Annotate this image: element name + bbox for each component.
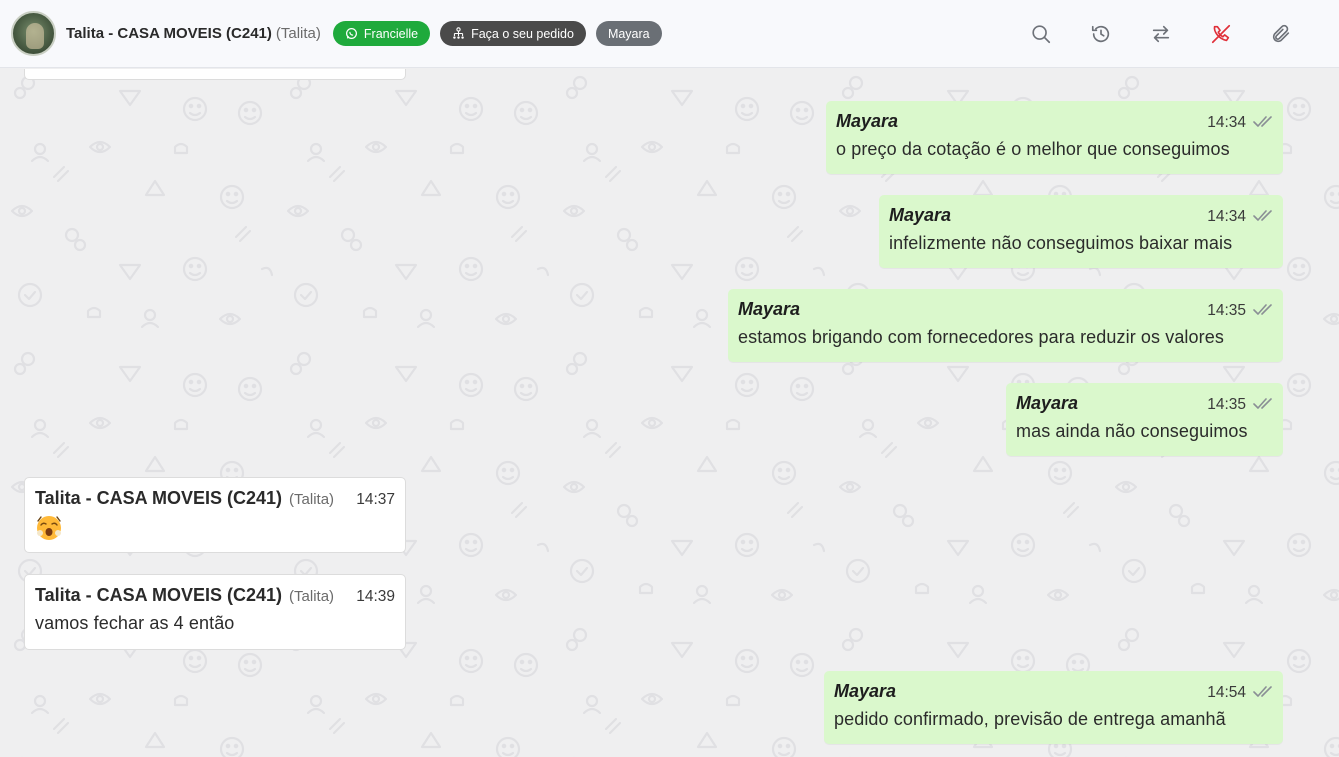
contact-avatar[interactable] [11,11,56,56]
transfer-icon [1152,25,1170,43]
partial-message-bubble [24,69,406,80]
header-toolbar [1029,20,1293,48]
flow-chip[interactable]: Faça o seu pedido [440,21,586,46]
double-check-icon [1253,115,1272,127]
chat-header: Talita - CASA MOVEIS (C241) (Talita) Fra… [0,0,1339,68]
search-button[interactable] [1029,20,1053,48]
message-sender: Mayara [738,299,801,319]
flow-icon [453,27,464,39]
message-text: mas ainda não conseguimos [1016,421,1248,441]
message-sender: Talita - CASA MOVEIS (C241) [35,585,283,605]
message-sender: Talita - CASA MOVEIS (C241) [35,488,283,508]
message-time: 14:35 [1207,302,1246,319]
paperclip-icon [1272,24,1290,43]
message-bubble-outgoing[interactable]: Mayara 14:35 mas ainda não conseguimos [1006,383,1283,456]
chip-label: Francielle [363,26,419,41]
double-check-icon [1253,303,1272,315]
message-time: 14:35 [1207,396,1246,413]
message-sender-sub: (Talita) [289,491,335,508]
chip-label: Faça o seu pedido [471,26,574,41]
message-text: o preço da cotação é o melhor que conseg… [836,139,1230,159]
message-bubble-outgoing[interactable]: Mayara 14:54 pedido confirmado, previsão… [824,671,1283,744]
double-check-icon [1253,209,1272,221]
message-time: 14:34 [1207,208,1246,225]
chat-area[interactable]: Mayara 14:34 o preço da cotação é o melh… [0,69,1339,757]
search-icon [1032,25,1051,44]
double-check-icon [1253,685,1272,697]
shocked-face-icon [37,516,61,540]
end-call-icon [1211,24,1231,44]
end-call-button[interactable] [1209,20,1233,48]
message-bubble-outgoing[interactable]: Mayara 14:35 estamos brigando com fornec… [728,289,1283,362]
message-bubble-incoming[interactable]: Talita - CASA MOVEIS (C241) (Talita) 14:… [24,574,406,650]
message-text: estamos brigando com fornecedores para r… [738,327,1224,347]
message-sender: Mayara [834,681,897,701]
transfer-button[interactable] [1149,20,1173,48]
history-icon [1091,25,1110,43]
double-check-icon [1253,397,1272,409]
message-sender: Mayara [836,111,899,131]
message-sender-sub: (Talita) [289,588,335,605]
chip-label: Mayara [607,26,650,41]
message-time: 14:37 [356,491,395,508]
message-text: pedido confirmado, previsão de entrega a… [834,709,1226,729]
message-bubble-incoming[interactable]: Talita - CASA MOVEIS (C241) (Talita) 14:… [24,477,406,553]
message-time: 14:39 [356,588,395,605]
message-time: 14:54 [1207,684,1246,701]
message-time: 14:34 [1207,114,1246,131]
message-text: infelizmente não conseguimos baixar mais [889,233,1233,253]
contact-name[interactable]: Talita - CASA MOVEIS (C241) [66,25,272,42]
message-bubble-outgoing[interactable]: Mayara 14:34 o preço da cotação é o melh… [826,101,1283,174]
message-sender: Mayara [1016,393,1079,413]
history-button[interactable] [1089,20,1113,48]
attach-button[interactable] [1269,20,1293,48]
channel-chip-francielle[interactable]: Francielle [332,21,431,46]
whatsapp-icon [345,28,357,39]
message-text: vamos fechar as 4 então [35,613,235,633]
contact-subname: (Talita) [275,25,321,42]
message-sender: Mayara [889,205,952,225]
agent-chip-mayara[interactable]: Mayara [595,21,662,46]
message-bubble-outgoing[interactable]: Mayara 14:34 infelizmente não conseguimo… [879,195,1283,268]
